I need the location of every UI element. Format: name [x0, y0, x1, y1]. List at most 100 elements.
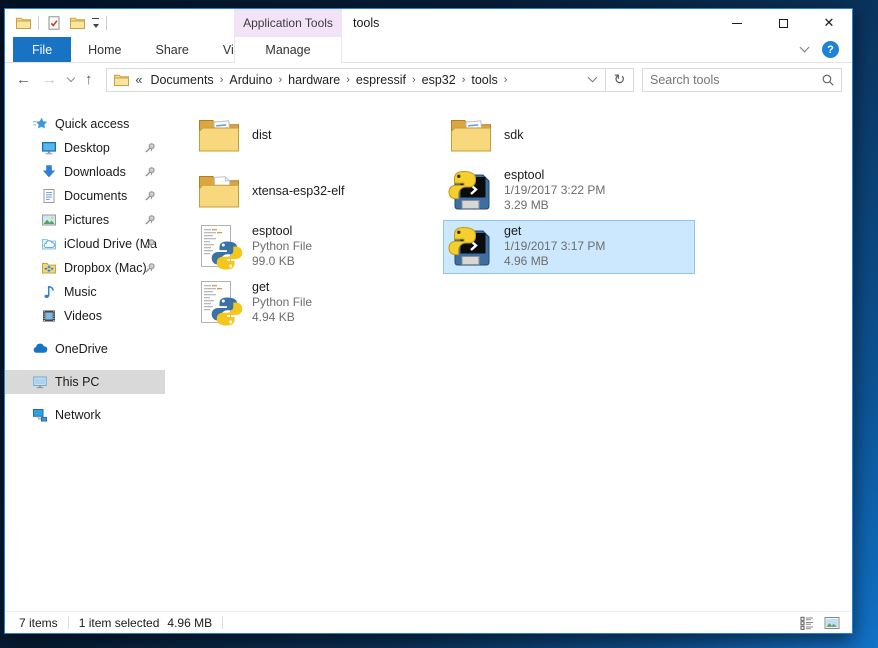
sidebar-item-pictures[interactable]: Pictures	[5, 208, 165, 232]
sidebar-item-this-pc[interactable]: This PC	[5, 370, 165, 394]
navigation-pane: Quick access Desktop Downloads Documents…	[5, 96, 165, 611]
breadcrumb-segment[interactable]: Documents	[145, 73, 218, 87]
breadcrumb-collapsed[interactable]: «	[133, 73, 146, 87]
breadcrumb-segment[interactable]: hardware	[283, 73, 345, 87]
pictures-icon	[41, 212, 57, 228]
file-detail: 3.29 MB	[504, 198, 605, 213]
sidebar-item-documents[interactable]: Documents	[5, 184, 165, 208]
desktop-icon	[41, 140, 57, 156]
folder-doc-icon	[195, 167, 243, 215]
icloud-icon	[41, 236, 57, 252]
sidebar-item-downloads[interactable]: Downloads	[5, 160, 165, 184]
file-tile-xtensa-esp32-elf[interactable]: xtensa-esp32-elf	[191, 164, 443, 218]
status-separator	[68, 616, 69, 629]
network-icon	[32, 407, 48, 423]
file-detail: 4.96 MB	[504, 254, 605, 269]
sidebar-item-network[interactable]: Network	[5, 403, 165, 427]
search-box	[642, 68, 842, 92]
explorer-window: Application Tools tools ✕ File HomeShare…	[4, 8, 853, 634]
recent-locations-icon[interactable]	[67, 74, 75, 82]
breadcrumb-segment[interactable]: espressif	[351, 73, 411, 87]
folder-papers-icon	[195, 111, 243, 159]
up-button[interactable]: ↑	[85, 72, 93, 87]
breadcrumb[interactable]: « Documents › Arduino › hardware › espre…	[106, 68, 635, 92]
status-bar: 7 items 1 item selected 4.96 MB	[5, 611, 852, 633]
tab-home[interactable]: Home	[71, 37, 138, 62]
file-tile-dist[interactable]: dist	[191, 108, 443, 162]
downloads-icon	[41, 164, 57, 180]
minimize-icon	[732, 23, 742, 24]
pin-icon	[144, 190, 156, 202]
sidebar-item-label: Desktop	[64, 141, 110, 155]
details-view-icon[interactable]	[799, 615, 815, 631]
tab-file[interactable]: File	[13, 37, 71, 62]
ribbon-expand-icon[interactable]	[800, 43, 810, 53]
sidebar-item-label: Network	[55, 408, 101, 422]
breadcrumb-segment[interactable]: esp32	[417, 73, 461, 87]
ribbon-right-controls: ?	[801, 37, 852, 62]
window-controls: ✕	[714, 9, 852, 37]
view-switcher	[799, 615, 840, 631]
desktop: { "window": { "title": "tools" }, "title…	[0, 0, 878, 648]
minimize-button[interactable]	[714, 9, 760, 37]
file-detail: 1/19/2017 3:17 PM	[504, 239, 605, 254]
file-tile-get[interactable]: get 1/19/2017 3:17 PM4.96 MB	[443, 220, 695, 274]
this-pc-icon	[32, 374, 48, 390]
videos-icon	[41, 308, 57, 324]
file-name: sdk	[504, 128, 523, 143]
pin-icon	[144, 238, 156, 250]
file-name: esptool	[252, 224, 312, 239]
forward-button[interactable]: →	[42, 72, 57, 87]
thumbnail-view-icon[interactable]	[824, 615, 840, 631]
properties-icon[interactable]	[46, 15, 62, 31]
onedrive-icon	[32, 341, 48, 357]
selection-size: 4.96 MB	[167, 616, 212, 630]
breadcrumb-separator-icon: ›	[503, 74, 509, 86]
file-name: get	[252, 280, 312, 295]
file-tile-sdk[interactable]: sdk	[443, 108, 695, 162]
titlebar: Application Tools tools ✕	[5, 9, 852, 37]
tab-share[interactable]: Share	[139, 37, 206, 62]
close-button[interactable]: ✕	[806, 9, 852, 37]
file-tile-get[interactable]: get Python File4.94 KB	[191, 276, 443, 330]
breadcrumb-segment[interactable]: Arduino	[224, 73, 277, 87]
maximize-button[interactable]	[760, 9, 806, 37]
file-detail: 4.94 KB	[252, 310, 312, 325]
sidebar-item-dropbox-mac[interactable]: Dropbox (Mac)	[5, 256, 165, 280]
search-icon[interactable]	[815, 69, 841, 91]
pin-icon	[144, 262, 156, 274]
breadcrumb-segment[interactable]: tools	[466, 73, 502, 87]
status-separator	[222, 616, 223, 629]
sidebar-item-label: Downloads	[64, 165, 126, 179]
file-tile-esptool[interactable]: esptool 1/19/2017 3:22 PM3.29 MB	[443, 164, 695, 218]
refresh-icon[interactable]: ↻	[606, 69, 633, 91]
quick-access-toolbar	[5, 9, 107, 37]
python-exe-icon	[447, 223, 495, 271]
new-folder-icon[interactable]	[69, 15, 85, 31]
tab-manage[interactable]: Manage	[234, 37, 342, 63]
file-tile-esptool[interactable]: esptool Python File99.0 KB	[191, 220, 443, 274]
explorer-folder-icon[interactable]	[15, 15, 31, 31]
sidebar-item-icloud-drive-ma[interactable]: iCloud Drive (Ma	[5, 232, 165, 256]
back-button[interactable]: ←	[16, 72, 31, 87]
search-input[interactable]	[643, 73, 815, 87]
sidebar-item-videos[interactable]: Videos	[5, 304, 165, 328]
file-name: get	[504, 224, 605, 239]
help-icon[interactable]: ?	[822, 41, 839, 58]
python-file-icon	[195, 279, 243, 327]
main-area: Quick access Desktop Downloads Documents…	[5, 96, 852, 611]
dropbox-icon	[41, 260, 57, 276]
sidebar-item-quick-access[interactable]: Quick access	[5, 112, 165, 136]
file-name: xtensa-esp32-elf	[252, 184, 344, 199]
file-name: esptool	[504, 168, 605, 183]
sidebar-item-onedrive[interactable]: OneDrive	[5, 337, 165, 361]
python-exe-icon	[447, 167, 495, 215]
sidebar-item-music[interactable]: Music	[5, 280, 165, 304]
sidebar-item-desktop[interactable]: Desktop	[5, 136, 165, 160]
ribbon-tabrow: File HomeShareView Manage ?	[5, 37, 852, 63]
file-detail: 1/19/2017 3:22 PM	[504, 183, 605, 198]
sidebar-item-label: Music	[64, 285, 97, 299]
maximize-icon	[779, 19, 788, 28]
qat-customize-icon[interactable]	[92, 18, 99, 28]
address-dropdown-icon[interactable]	[580, 69, 605, 91]
